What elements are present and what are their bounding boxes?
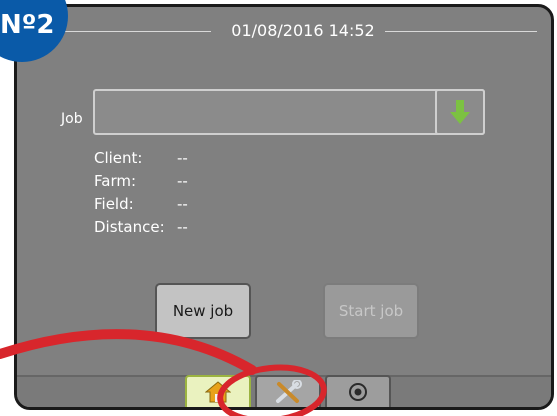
- info-key: Distance:: [94, 218, 165, 236]
- info-key: Farm:: [94, 172, 137, 190]
- start-job-button[interactable]: Start job: [323, 283, 419, 339]
- info-value: --: [177, 195, 188, 213]
- datetime-display: 01/08/2016 14:52: [231, 21, 375, 40]
- header-rule-right: [385, 31, 537, 32]
- status-header: 01/08/2016 14:52: [17, 7, 551, 51]
- home-icon: [205, 381, 231, 403]
- header-rule-left: [55, 31, 211, 32]
- info-row-farm: Farm: --: [94, 170, 188, 193]
- job-dropdown-button[interactable]: [435, 89, 485, 135]
- info-key: Field:: [94, 195, 134, 213]
- info-value: --: [177, 149, 188, 167]
- gps-target-icon: [349, 383, 367, 401]
- job-label: Job: [61, 111, 83, 127]
- info-value: --: [177, 218, 188, 236]
- console-screen: 01/08/2016 14:52 Job Client: -- Farm: --…: [14, 4, 554, 410]
- tab-tools[interactable]: [255, 375, 321, 407]
- download-arrow-icon: [450, 100, 470, 124]
- info-row-field: Field: --: [94, 193, 188, 216]
- job-info-list: Client: -- Farm: -- Field: -- Distance: …: [94, 147, 188, 239]
- info-value: --: [177, 172, 188, 190]
- tab-gps[interactable]: [325, 375, 391, 407]
- info-row-client: Client: --: [94, 147, 188, 170]
- tools-icon: [276, 380, 302, 403]
- new-job-button[interactable]: New job: [155, 283, 251, 339]
- tab-home[interactable]: [185, 375, 251, 407]
- info-row-distance: Distance: --: [94, 216, 188, 239]
- step-badge-label: Nº2: [0, 10, 55, 40]
- job-select-field[interactable]: [93, 89, 485, 135]
- info-key: Client:: [94, 149, 143, 167]
